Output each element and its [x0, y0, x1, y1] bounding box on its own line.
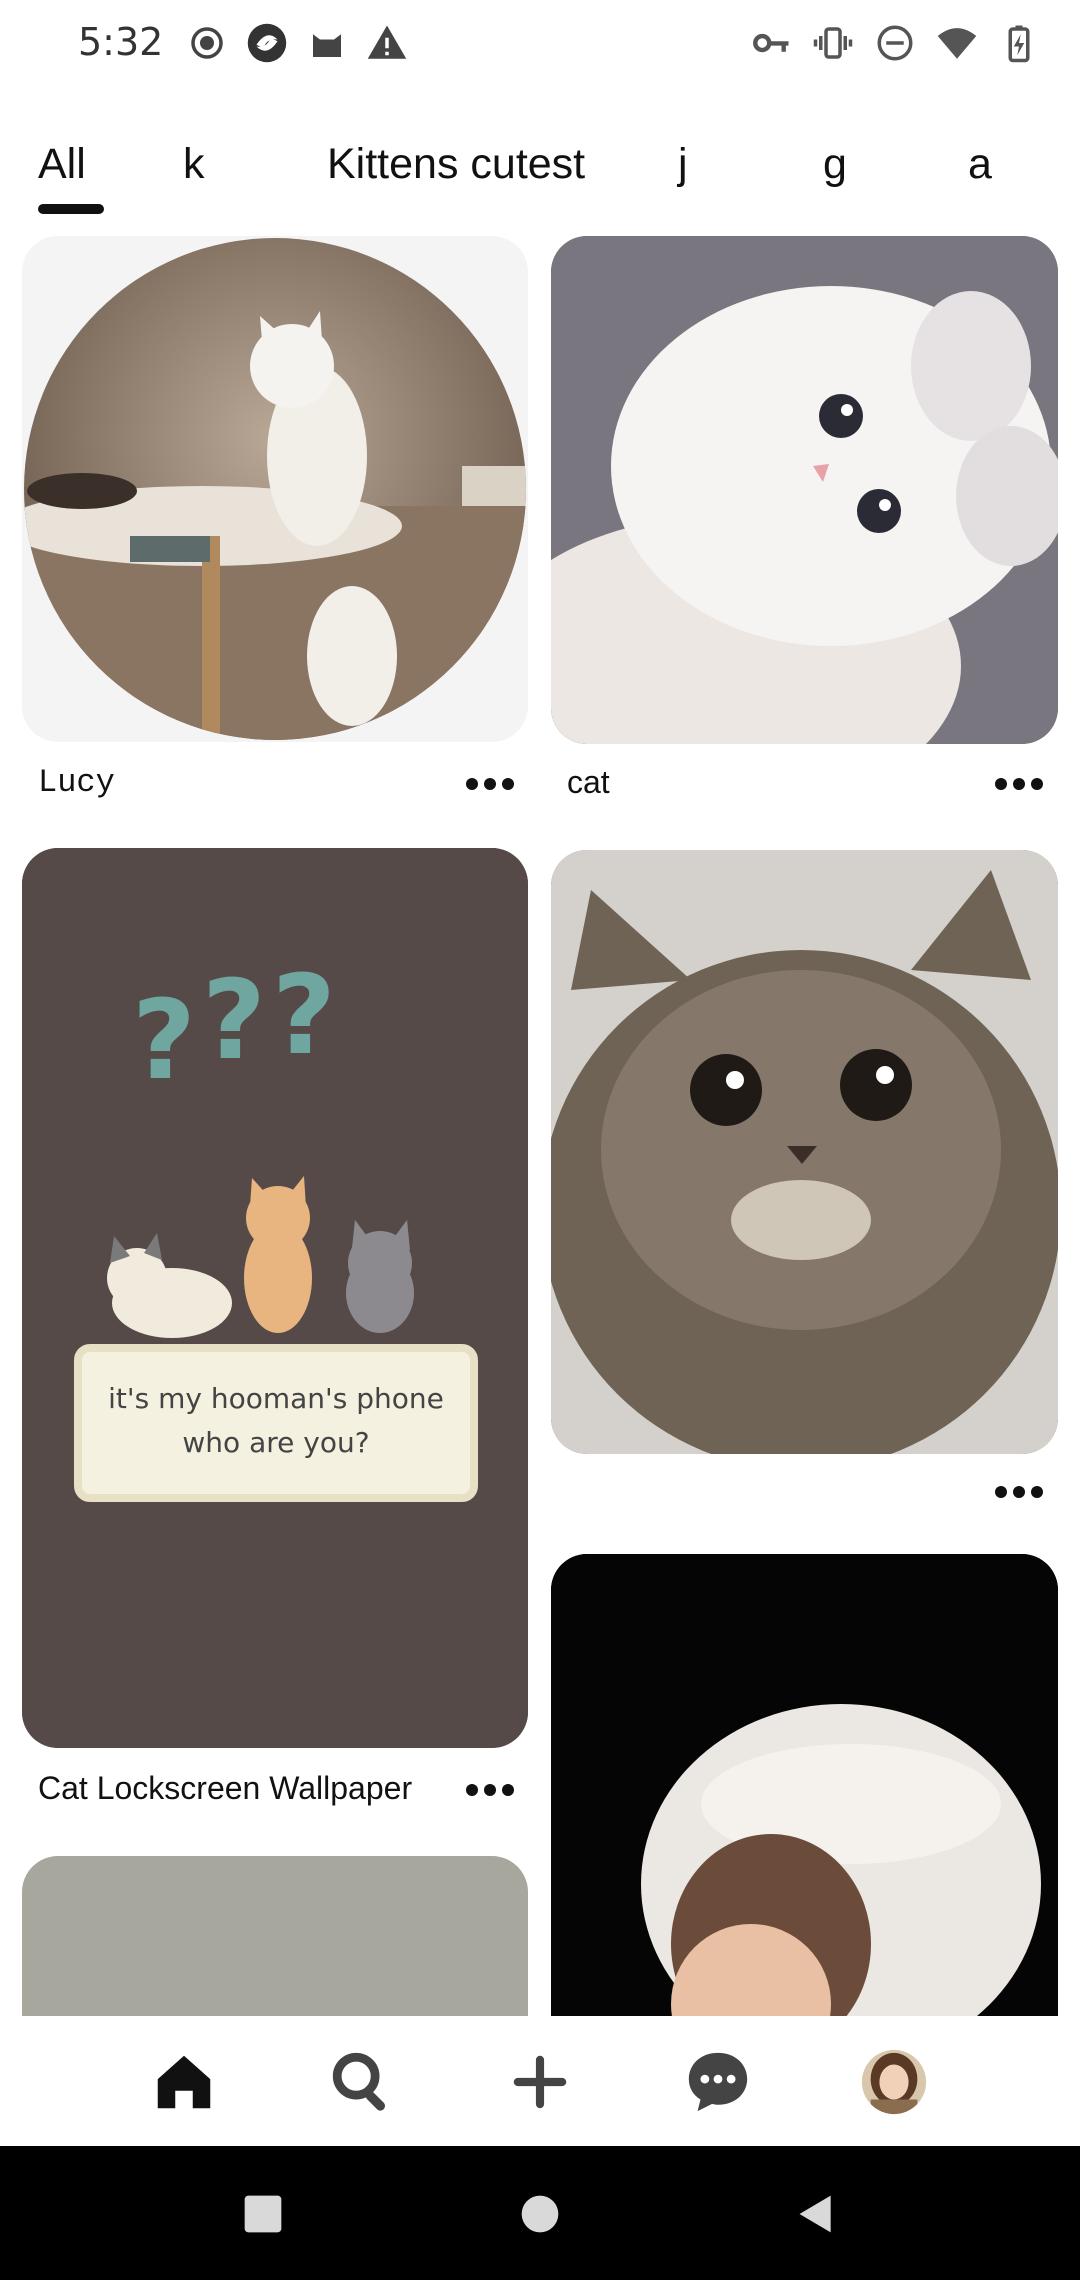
pin-title: Lucy: [38, 764, 115, 801]
profile-avatar[interactable]: [858, 2046, 930, 2118]
recents-button[interactable]: [233, 2184, 293, 2244]
wifi-icon: [936, 22, 978, 64]
status-left-icons: [186, 22, 408, 64]
pin-image-wallpaper[interactable]: ? ? ? it's my hooman's phone who are you…: [22, 848, 528, 1748]
search-icon[interactable]: [326, 2046, 398, 2118]
pin-image-lucy[interactable]: [22, 236, 528, 742]
status-right-icons: [750, 22, 1040, 64]
svg-text:?: ?: [132, 976, 196, 1104]
wallpaper-caption-line1: it's my hooman's phone: [108, 1382, 444, 1415]
pin-title: cat: [567, 764, 610, 800]
home-icon[interactable]: [148, 2046, 220, 2118]
selected-tab-indicator: [38, 204, 104, 214]
svg-text:?: ?: [272, 951, 336, 1079]
more-options-icon[interactable]: [462, 768, 518, 800]
warning-icon: [366, 22, 408, 64]
wallpaper-caption-line2: who are you?: [182, 1426, 369, 1459]
back-button[interactable]: [786, 2184, 846, 2244]
pin-image-cat[interactable]: [551, 236, 1058, 744]
status-bar: 5:32: [0, 0, 1080, 88]
tab-all[interactable]: All: [38, 140, 86, 189]
board-tabs: All k Kittens cutest j g a: [0, 140, 1080, 220]
pin-image-tabby[interactable]: [551, 850, 1058, 1454]
tab-kittens-cutest[interactable]: Kittens cutest: [327, 140, 585, 189]
status-time: 5:32: [78, 20, 164, 64]
system-navigation-bar: [0, 2146, 1080, 2280]
tab-g[interactable]: g: [823, 140, 847, 189]
vpn-key-icon: [750, 22, 792, 64]
more-options-icon[interactable]: [991, 1476, 1047, 1508]
pin-feed[interactable]: Lucy cat ? ? ? it's my hooman's phone wh…: [0, 236, 1080, 2016]
more-options-icon[interactable]: [462, 1774, 518, 1806]
vibrate-icon: [812, 22, 854, 64]
record-icon: [186, 22, 228, 64]
home-button[interactable]: [510, 2184, 570, 2244]
dnd-icon: [874, 22, 916, 64]
tab-a[interactable]: a: [968, 140, 992, 189]
tab-k[interactable]: k: [183, 140, 205, 189]
bottom-navigation: [0, 2016, 1080, 2146]
pin-image-person[interactable]: [551, 1554, 1058, 2016]
app-swirl-icon: [246, 22, 288, 64]
svg-text:?: ?: [202, 956, 266, 1084]
messages-icon[interactable]: [682, 2046, 754, 2118]
add-icon[interactable]: [504, 2046, 576, 2118]
cat-app-icon: [306, 22, 348, 64]
more-options-icon[interactable]: [991, 768, 1047, 800]
tab-j[interactable]: j: [678, 140, 688, 189]
battery-charging-icon: [998, 22, 1040, 64]
pin-image-wall[interactable]: [22, 1856, 528, 2016]
pin-title: Cat Lockscreen Wallpaper: [38, 1770, 413, 1806]
